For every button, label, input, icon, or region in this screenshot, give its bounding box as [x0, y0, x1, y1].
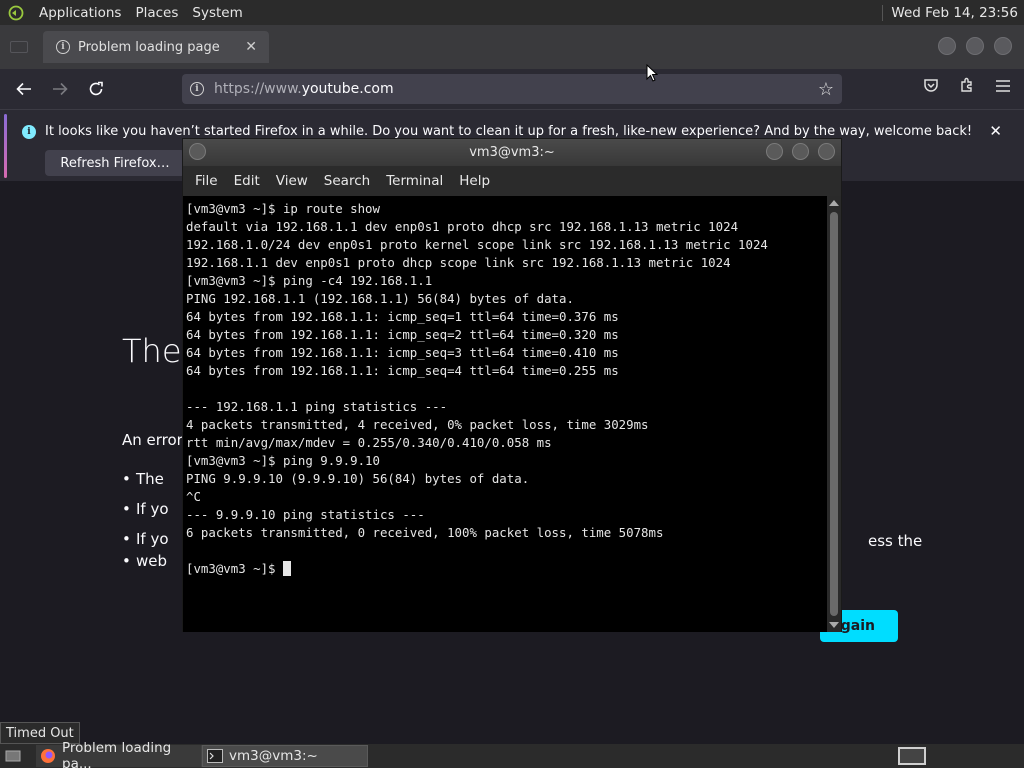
panel-tray [926, 744, 1024, 768]
show-desktop-icon[interactable] [2, 747, 24, 765]
close-icon[interactable]: ✕ [989, 122, 1002, 140]
scroll-down-arrow-icon[interactable] [829, 622, 839, 628]
forward-arrow-icon[interactable] [42, 73, 78, 105]
terminal-title: vm3@vm3:~ [469, 145, 555, 160]
nav-bar: i https://www.youtube.com ☆ [0, 69, 1024, 109]
refresh-firefox-button[interactable]: Refresh Firefox… [45, 150, 185, 176]
tab-problem-loading[interactable]: i Problem loading page ✕ [43, 31, 269, 63]
url-prefix: https://www. [214, 81, 302, 97]
menu-file[interactable]: File [187, 173, 226, 189]
scroll-up-arrow-icon[interactable] [829, 200, 839, 206]
window-menu-button[interactable] [189, 143, 206, 160]
taskbar-item-terminal[interactable]: vm3@vm3:~ [202, 745, 368, 767]
menu-icon[interactable] [992, 77, 1014, 97]
url-bar[interactable]: i https://www.youtube.com ☆ [182, 74, 842, 104]
notification-accent [4, 114, 7, 178]
list-item-continuation: web [122, 552, 167, 570]
url-text[interactable]: https://www.youtube.com [214, 81, 394, 97]
notification-message: It looks like you haven’t started Firefo… [45, 124, 973, 139]
window-controls [938, 37, 1012, 55]
menu-edit[interactable]: Edit [226, 173, 268, 189]
back-arrow-icon[interactable] [6, 73, 42, 105]
close-window-button[interactable] [994, 37, 1012, 55]
list-item-tail: ess the [868, 532, 923, 550]
extensions-icon[interactable] [956, 77, 978, 97]
taskbar-item-firefox[interactable]: Problem loading pa... [36, 740, 202, 768]
scroll-thumb[interactable] [830, 212, 838, 616]
menu-view[interactable]: View [268, 173, 316, 189]
minimize-button[interactable] [938, 37, 956, 55]
workspace-icon[interactable] [898, 747, 926, 765]
clock[interactable]: Wed Feb 14, 23:56 [891, 5, 1024, 21]
top-panel: Applications Places System Wed Feb 14, 2… [0, 0, 1024, 25]
menu-help[interactable]: Help [451, 173, 498, 189]
info-icon: i [22, 125, 36, 139]
close-icon[interactable]: ✕ [245, 39, 257, 55]
terminal-scrollbar[interactable] [827, 196, 841, 632]
panel-separator [882, 4, 884, 21]
menu-search[interactable]: Search [316, 173, 378, 189]
mouse-pointer-icon [646, 64, 658, 82]
menu-applications[interactable]: Applications [32, 5, 128, 21]
list-item: If yo [122, 500, 168, 518]
terminal-menubar: File Edit View Search Terminal Help [183, 166, 841, 196]
menu-terminal[interactable]: Terminal [378, 173, 451, 189]
reload-icon[interactable] [78, 73, 114, 105]
window-menu-icon[interactable] [10, 41, 28, 53]
error-description: An error [122, 431, 183, 449]
maximize-button[interactable] [966, 37, 984, 55]
menu-places[interactable]: Places [128, 5, 185, 21]
distro-logo-icon[interactable] [6, 5, 26, 21]
url-domain: youtube.com [301, 81, 394, 97]
taskbar-item-label: Problem loading pa... [62, 740, 172, 768]
toolbar-right [920, 77, 1014, 97]
terminal-output[interactable]: [vm3@vm3 ~]$ ip route show default via 1… [183, 196, 827, 632]
terminal-window: vm3@vm3:~ File Edit View Search Terminal… [182, 138, 842, 632]
list-item: If yo [122, 530, 168, 548]
close-window-button[interactable] [818, 143, 835, 160]
firefox-icon [40, 748, 56, 764]
minimize-button[interactable] [766, 143, 783, 160]
maximize-button[interactable] [792, 143, 809, 160]
page-title: The [122, 332, 182, 370]
terminal-icon [207, 749, 223, 763]
info-icon: i [56, 40, 70, 54]
tab-title: Problem loading page [78, 39, 220, 55]
pocket-icon[interactable] [920, 77, 942, 97]
desktop: Applications Places System Wed Feb 14, 2… [0, 0, 1024, 768]
taskbar-item-label: vm3@vm3:~ [229, 748, 318, 764]
bottom-panel: Problem loading pa... vm3@vm3:~ [0, 740, 1024, 768]
star-icon[interactable]: ☆ [818, 79, 834, 100]
menu-system[interactable]: System [185, 5, 249, 21]
terminal-text: [vm3@vm3 ~]$ ip route show default via 1… [186, 201, 768, 576]
terminal-cursor [282, 561, 291, 576]
info-icon[interactable]: i [190, 82, 204, 96]
list-item: The [122, 470, 164, 488]
terminal-titlebar[interactable]: vm3@vm3:~ [183, 139, 841, 166]
tab-bar: i Problem loading page ✕ [0, 25, 1024, 69]
